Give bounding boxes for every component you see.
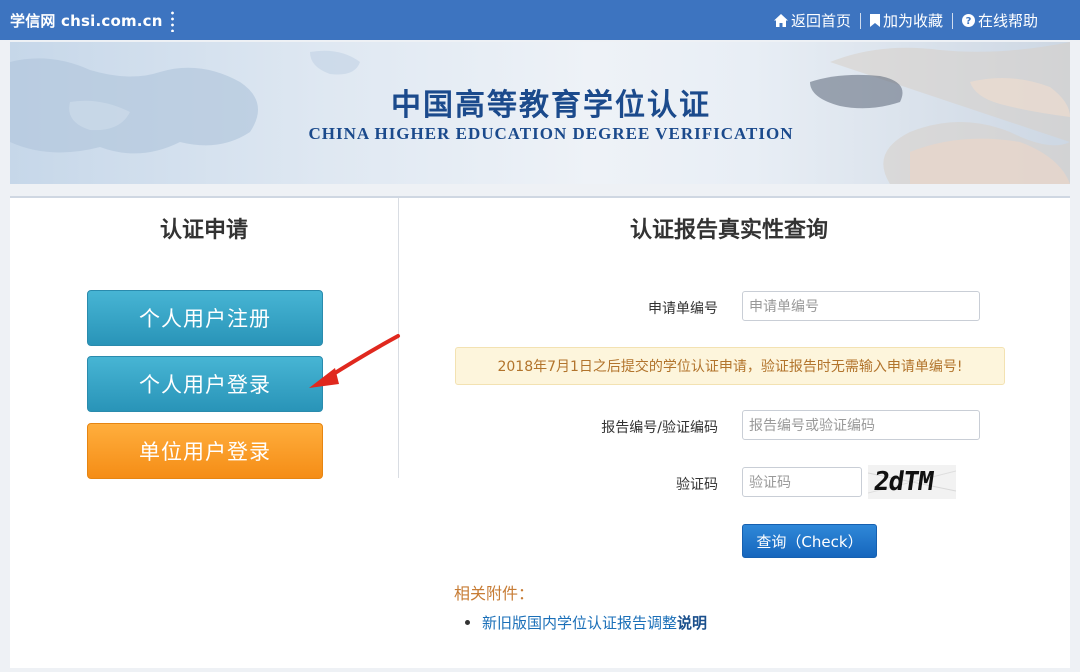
apply-section-title: 认证申请 [159, 218, 248, 243]
banner-title-cn: 中国高等教育学位认证 [391, 88, 711, 123]
help-icon: ? [961, 14, 975, 27]
top-bar: 学信网 chsi.com.cn 返回首页 加为收藏 ? 在线帮助 [0, 0, 1080, 40]
divider [951, 12, 953, 29]
captcha-image[interactable]: 2dTM [868, 465, 956, 499]
main-panel: 认证申请 个人用户注册 个人用户登录 单位用户登录 认证报告真实性查询 申请单编… [10, 196, 1070, 668]
bullet-icon [465, 620, 470, 625]
home-link[interactable]: 返回首页 [773, 10, 851, 31]
personal-login-button[interactable]: 个人用户登录 [87, 356, 323, 412]
attachment-item[interactable]: 新旧版国内学位认证报告调整 说明 [465, 612, 707, 633]
report-number-label: 报告编号/验证编码 [601, 420, 718, 436]
attachment-link-strong[interactable]: 说明 [677, 612, 707, 633]
help-link-label[interactable]: 在线帮助 [978, 10, 1038, 31]
attachments-title: 相关附件： [454, 584, 535, 603]
bookmark-link-label[interactable]: 加为收藏 [883, 10, 943, 31]
divider [859, 12, 861, 29]
attachment-link[interactable]: 新旧版国内学位认证报告调整 [482, 612, 677, 633]
verify-section-title: 认证报告真实性查询 [629, 218, 828, 243]
captcha-text: 2dTM [871, 467, 935, 497]
site-brand[interactable]: 学信网 chsi.com.cn [10, 10, 174, 32]
dots-icon [170, 10, 174, 32]
bookmark-icon [869, 14, 880, 27]
banner-title-en: CHINA HIGHER EDUCATION DEGREE VERIFICATI… [308, 124, 794, 143]
company-login-button[interactable]: 单位用户登录 [87, 423, 323, 479]
captcha-input[interactable]: 验证码 [742, 467, 862, 497]
site-brand-text[interactable]: 学信网 chsi.com.cn [10, 12, 163, 30]
header-banner: 中国高等教育学位认证 CHINA HIGHER EDUCATION DEGREE… [10, 42, 1070, 184]
bookmark-link[interactable]: 加为收藏 [869, 10, 943, 31]
top-links: 返回首页 加为收藏 ? 在线帮助 [773, 10, 1038, 31]
report-number-input[interactable]: 报告编号或验证编码 [742, 410, 980, 440]
check-button[interactable]: 查询（Check） [742, 524, 877, 558]
notice-banner: 2018年7月1日之后提交的学位认证申请，验证报告时无需输入申请单编号! [455, 347, 1005, 385]
personal-register-button[interactable]: 个人用户注册 [87, 290, 323, 346]
home-icon [773, 14, 788, 27]
red-arrow-annotation [309, 334, 400, 388]
home-link-label[interactable]: 返回首页 [791, 10, 851, 31]
captcha-label: 验证码 [676, 477, 718, 493]
application-number-input[interactable]: 申请单编号 [742, 291, 980, 321]
application-number-label: 申请单编号 [648, 301, 718, 317]
svg-text:?: ? [966, 16, 972, 27]
help-link[interactable]: ? 在线帮助 [961, 10, 1038, 31]
